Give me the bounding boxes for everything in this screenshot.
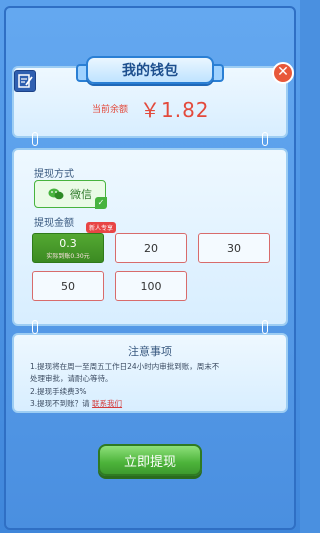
notice-line-prefix: 3.提现不到账？请	[30, 399, 90, 408]
notice-title: 注意事项	[128, 345, 172, 358]
amount-option-30[interactable]: 30	[198, 233, 270, 263]
amount-option-selected[interactable]: 0.3 实际到账0.30元	[32, 233, 104, 263]
panel-hook	[32, 320, 38, 334]
notice-line: 1.提现将在周一至周五工作日24小时内审批到账，周末不	[30, 362, 220, 371]
withdraw-method-label: 提现方式	[34, 169, 74, 180]
amount-option-20[interactable]: 20	[115, 233, 187, 263]
contact-us-link[interactable]: 联系我们	[92, 399, 122, 408]
wechat-option-button[interactable]: 微信 ✓	[34, 180, 107, 209]
notice-line: 3.提现不到账？请 联系我们	[30, 398, 122, 409]
amount-option-100[interactable]: 100	[115, 271, 187, 301]
panel-hook	[262, 132, 268, 146]
page-title: 我的钱包	[86, 56, 214, 84]
wechat-label: 微信	[70, 188, 92, 201]
notice-line: 2.提现手续费3%	[30, 387, 87, 396]
amount-option-sub: 实际到账0.30元	[46, 252, 90, 260]
close-icon: ✕	[277, 64, 289, 80]
panel-hook	[262, 320, 268, 334]
close-button[interactable]: ✕	[272, 62, 294, 84]
new-user-badge: 新人专享	[86, 222, 117, 233]
wechat-icon	[48, 188, 64, 200]
withdraw-now-button[interactable]: 立即提现	[98, 444, 202, 476]
withdraw-amount-label: 提现金额	[34, 218, 74, 229]
panel-hook	[32, 132, 38, 146]
balance-value: ￥1.82	[140, 98, 210, 122]
amount-option-50[interactable]: 50	[32, 271, 104, 301]
amount-option-value: 0.3	[59, 236, 77, 250]
notice-line: 处理审批，请耐心等待。	[30, 374, 113, 383]
edit-icon[interactable]	[14, 70, 36, 92]
balance-label: 当前余额	[92, 105, 129, 115]
check-icon: ✓	[95, 197, 107, 209]
